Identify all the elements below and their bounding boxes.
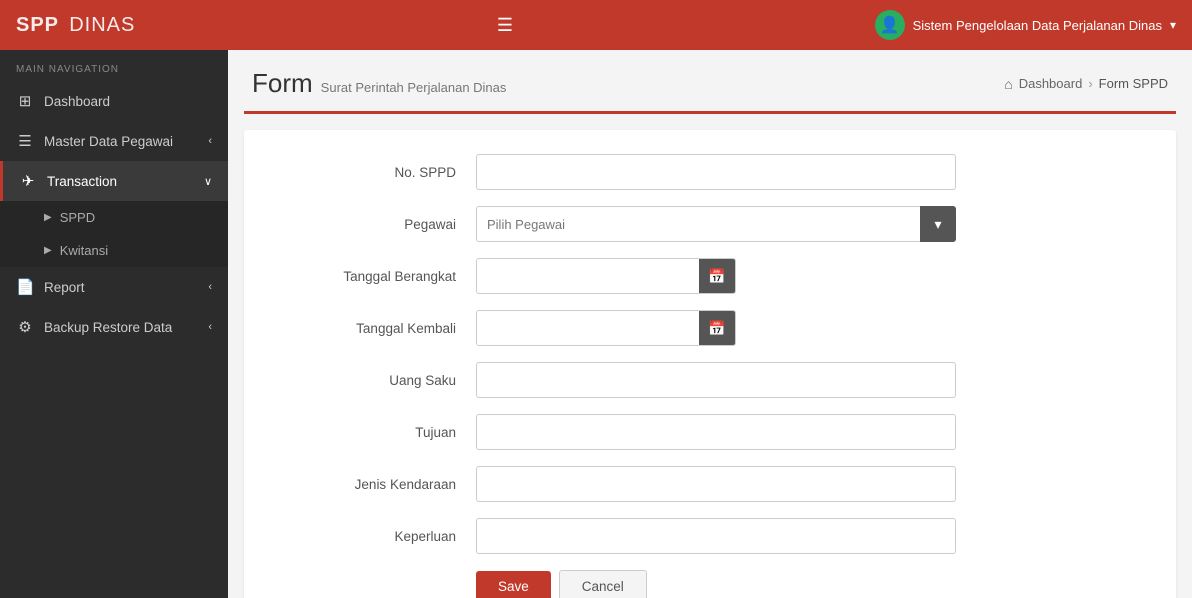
- page-title-area: Form Surat Perintah Perjalanan Dinas: [252, 68, 506, 99]
- sidebar-sub-item-sppd[interactable]: ▶ SPPD: [0, 201, 228, 234]
- input-jenis-kendaraan[interactable]: [476, 466, 956, 502]
- sidebar-item-label: Backup Restore Data: [44, 320, 172, 335]
- input-no-sppd[interactable]: [476, 154, 956, 190]
- bullet-icon: ▶: [44, 245, 52, 256]
- select-pegawai[interactable]: Pilih Pegawai: [476, 206, 956, 242]
- sidebar-sub-item-label: SPPD: [60, 210, 95, 225]
- top-header: SPP DINAS ☰ 👤 Sistem Pengelolaan Data Pe…: [0, 0, 1192, 50]
- page-header: Form Surat Perintah Perjalanan Dinas ⌂ D…: [228, 50, 1192, 111]
- sidebar-item-label: Report: [44, 280, 85, 295]
- sidebar-item-dashboard[interactable]: ⊞ Dashboard: [0, 81, 228, 121]
- header-left: SPP DINAS: [16, 14, 135, 37]
- hamburger-icon[interactable]: ☰: [497, 15, 513, 36]
- input-keperluan[interactable]: [476, 518, 956, 554]
- form-row-tujuan: Tujuan: [276, 414, 1144, 450]
- save-button[interactable]: Save: [476, 571, 551, 598]
- input-tanggal-kembali[interactable]: [477, 311, 699, 345]
- label-tanggal-berangkat: Tanggal Berangkat: [276, 269, 476, 284]
- user-avatar-icon: 👤: [875, 10, 905, 40]
- label-tujuan: Tujuan: [276, 425, 476, 440]
- breadcrumb-home[interactable]: Dashboard: [1019, 76, 1083, 91]
- form-row-tanggal-berangkat: Tanggal Berangkat 📅: [276, 258, 1144, 294]
- label-tanggal-kembali: Tanggal Kembali: [276, 321, 476, 336]
- user-menu[interactable]: 👤 Sistem Pengelolaan Data Perjalanan Din…: [875, 10, 1176, 40]
- sidebar-item-label: Master Data Pegawai: [44, 134, 173, 149]
- transaction-icon: ✈: [19, 172, 37, 190]
- sidebar-sub-item-kwitansi[interactable]: ▶ Kwitansi: [0, 234, 228, 267]
- layout: MAIN NAVIGATION ⊞ Dashboard ☰ Master Dat…: [0, 50, 1192, 598]
- label-uang-saku: Uang Saku: [276, 373, 476, 388]
- date-berangkat-wrapper: 📅: [476, 258, 736, 294]
- home-icon: ⌂: [1004, 76, 1012, 92]
- form-row-pegawai: Pegawai Pilih Pegawai ▾: [276, 206, 1144, 242]
- form-row-uang-saku: Uang Saku: [276, 362, 1144, 398]
- cancel-button[interactable]: Cancel: [559, 570, 647, 598]
- report-icon: 📄: [16, 278, 34, 296]
- label-keperluan: Keperluan: [276, 529, 476, 544]
- brand: SPP DINAS: [16, 14, 135, 37]
- red-divider: [244, 111, 1176, 114]
- sidebar-sub-transaction: ▶ SPPD ▶ Kwitansi: [0, 201, 228, 267]
- form-card: No. SPPD Pegawai Pilih Pegawai ▾ Tanggal…: [244, 130, 1176, 598]
- sidebar-item-backup[interactable]: ⚙ Backup Restore Data ‹: [0, 307, 228, 347]
- chevron-left-icon: ‹: [208, 281, 212, 293]
- form-row-jenis-kendaraan: Jenis Kendaraan: [276, 466, 1144, 502]
- sidebar-item-master-data[interactable]: ☰ Master Data Pegawai ‹: [0, 121, 228, 161]
- backup-icon: ⚙: [16, 318, 34, 336]
- calendar-berangkat-icon[interactable]: 📅: [699, 259, 735, 293]
- sidebar: MAIN NAVIGATION ⊞ Dashboard ☰ Master Dat…: [0, 50, 228, 598]
- chevron-left-icon: ‹: [208, 135, 212, 147]
- select-pegawai-wrapper: Pilih Pegawai ▾: [476, 206, 956, 242]
- chevron-down-icon: ▾: [1170, 18, 1176, 32]
- brand-spp: SPP: [16, 14, 59, 36]
- calendar-kembali-icon[interactable]: 📅: [699, 311, 735, 345]
- input-tujuan[interactable]: [476, 414, 956, 450]
- date-kembali-wrapper: 📅: [476, 310, 736, 346]
- label-no-sppd: No. SPPD: [276, 165, 476, 180]
- breadcrumb-separator: ›: [1088, 76, 1092, 91]
- sidebar-item-transaction[interactable]: ✈ Transaction ∨: [0, 161, 228, 201]
- sidebar-item-label: Transaction: [47, 174, 117, 189]
- bullet-icon: ▶: [44, 212, 52, 223]
- chevron-left-icon: ‹: [208, 321, 212, 333]
- input-tanggal-berangkat[interactable]: [477, 259, 699, 293]
- brand-dinas: DINAS: [69, 14, 135, 36]
- chevron-down-icon: ∨: [204, 175, 212, 188]
- sidebar-item-report[interactable]: 📄 Report ‹: [0, 267, 228, 307]
- master-data-icon: ☰: [16, 132, 34, 150]
- breadcrumb-current: Form SPPD: [1099, 76, 1168, 91]
- dashboard-icon: ⊞: [16, 92, 34, 110]
- form-row-no-sppd: No. SPPD: [276, 154, 1144, 190]
- label-jenis-kendaraan: Jenis Kendaraan: [276, 477, 476, 492]
- label-pegawai: Pegawai: [276, 217, 476, 232]
- form-actions: Save Cancel: [276, 570, 1144, 598]
- sidebar-item-label: Dashboard: [44, 94, 110, 109]
- user-label: Sistem Pengelolaan Data Perjalanan Dinas: [913, 18, 1162, 33]
- user-icon-symbol: 👤: [880, 15, 900, 35]
- sidebar-sub-item-label: Kwitansi: [60, 243, 108, 258]
- main-content: Form Surat Perintah Perjalanan Dinas ⌂ D…: [228, 50, 1192, 598]
- sidebar-section-label: MAIN NAVIGATION: [0, 50, 228, 81]
- page-subtitle: Surat Perintah Perjalanan Dinas: [321, 80, 507, 95]
- form-row-tanggal-kembali: Tanggal Kembali 📅: [276, 310, 1144, 346]
- page-title: Form: [252, 68, 313, 99]
- form-row-keperluan: Keperluan: [276, 518, 1144, 554]
- breadcrumb: ⌂ Dashboard › Form SPPD: [1004, 76, 1168, 92]
- input-uang-saku[interactable]: [476, 362, 956, 398]
